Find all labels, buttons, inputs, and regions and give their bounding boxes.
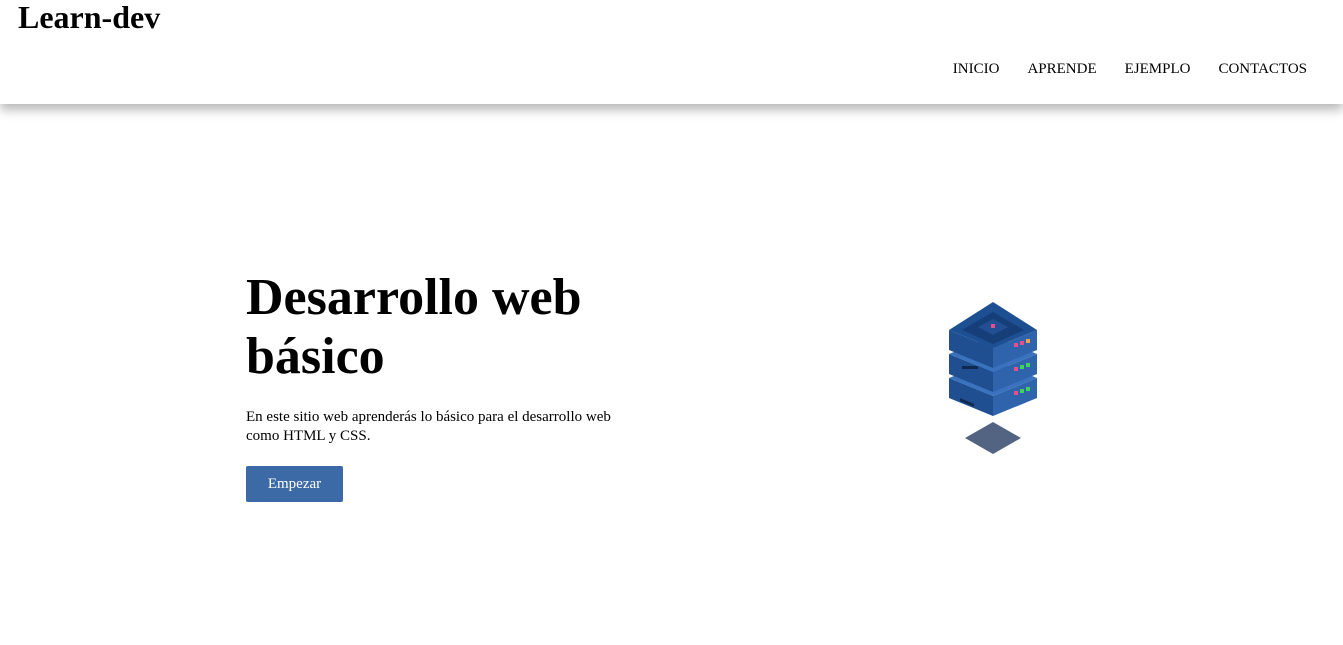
nav-link-contactos[interactable]: CONTACTOS (1218, 60, 1307, 78)
site-logo[interactable]: Learn-dev (18, 0, 160, 34)
hero-title-line-2: básico (246, 328, 385, 385)
hero-title-line-1: Desarrollo web (246, 269, 582, 326)
nav-link-ejemplo[interactable]: EJEMPLO (1125, 60, 1191, 78)
main-nav: INICIO APRENDE EJEMPLO CONTACTOS (953, 60, 1307, 78)
hero-title: Desarrollo web básico (246, 268, 666, 386)
server-stack-icon (940, 296, 1046, 460)
site-header: Learn-dev INICIO APRENDE EJEMPLO CONTACT… (0, 0, 1343, 104)
start-button[interactable]: Empezar (246, 466, 343, 502)
nav-link-inicio[interactable]: INICIO (953, 60, 1000, 78)
nav-link-aprende[interactable]: APRENDE (1027, 60, 1096, 78)
hero-section: Desarrollo web básico En este sitio web … (246, 268, 666, 502)
hero-description: En este sitio web aprenderás lo básico p… (246, 409, 611, 444)
